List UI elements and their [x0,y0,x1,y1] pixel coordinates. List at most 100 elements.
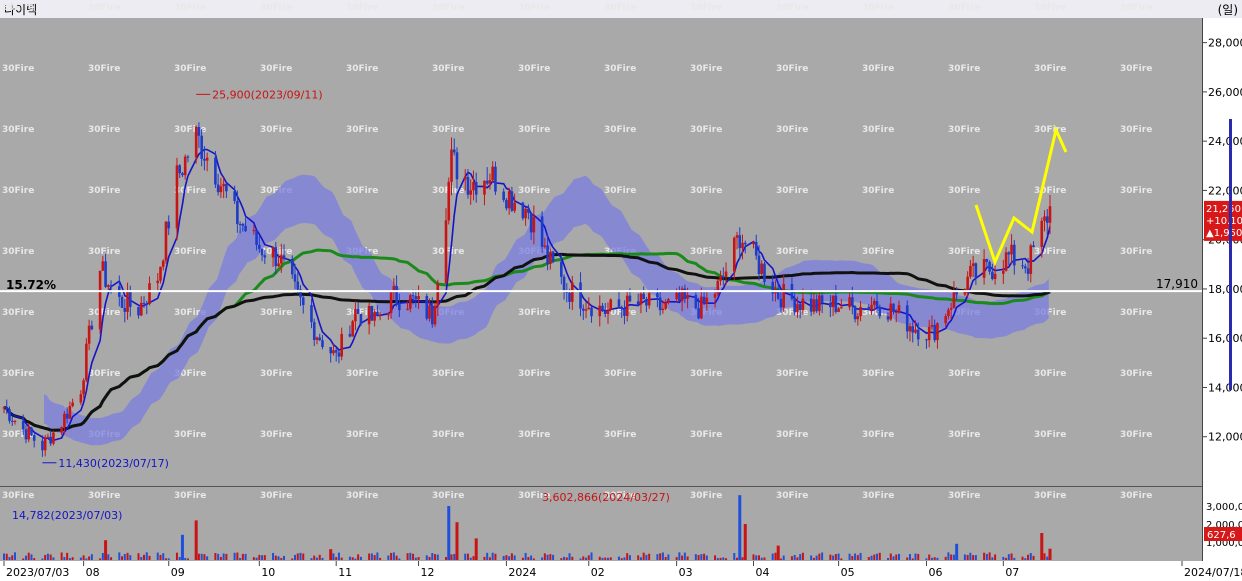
volume-bar [645,554,648,560]
candle-body [840,307,843,309]
candle-body [713,293,717,298]
candle-body [1040,220,1044,248]
watermark-label: 30Fire [88,64,120,74]
candle-body [837,308,840,312]
volume-bar [779,558,782,560]
watermark-label: 30Fire [1120,369,1152,379]
candle-body [32,435,36,441]
volume-bar [972,555,975,560]
volume-bar [678,552,681,560]
candle-body [579,282,582,309]
candle-body [543,245,547,247]
candle-body [721,276,725,278]
volume-bar [527,557,530,560]
volume-bar [741,557,744,560]
watermark-label: 30Fire [690,430,722,440]
watermark-label: 30Fire [948,64,980,74]
watermark-label: 30Fire [690,186,722,196]
volume-bar [675,557,678,560]
volume-bar [508,556,511,560]
volume-bar [829,554,832,560]
volume-bar [49,554,52,560]
candle-body [139,302,143,316]
candle-body [258,244,261,249]
candle-body [1029,245,1033,274]
volume-bar [530,555,533,560]
candle-body [417,296,420,300]
candle-body [205,157,209,161]
volume-bar [162,553,165,560]
volume-bar [291,558,294,560]
candle-body [524,208,527,219]
volume-peak-bar [474,538,478,560]
candle-body [225,183,228,192]
watermark-label: 30Fire [948,125,980,135]
watermark-label: 30Fire [948,430,980,440]
volume-peak-bar [738,495,742,560]
volume-bar [683,552,686,560]
volume-bar [52,557,55,560]
volume-bar [966,554,969,560]
candle-body [889,303,893,320]
candle-body [966,276,969,291]
volume-bar [876,553,879,560]
volume-bar [82,555,85,560]
watermark-label: 30Fire [948,3,980,13]
candle-body [529,212,533,233]
volume-bar [11,555,14,560]
volume-bar [214,553,217,560]
candle-body [991,271,994,280]
candle-body [178,165,182,174]
candle-body [238,224,242,226]
watermark-label: 30Fire [518,125,550,135]
volume-bar [801,552,804,560]
volume-bar [1043,553,1046,560]
candle-body [905,305,909,332]
watermark-label: 30Fire [432,491,464,501]
volume-bar [357,554,360,560]
volume-bar [623,557,626,560]
candle-body [812,299,816,312]
volume-bar [79,557,82,560]
volume-bar [145,552,148,560]
candle-body [315,337,319,340]
candle-body [219,186,223,193]
candle-body [452,149,456,153]
volume-bar [46,553,49,560]
watermark-label: 30Fire [776,247,808,257]
volume-bar [123,554,126,560]
watermark-label: 30Fire [776,491,808,501]
volume-bar [840,558,843,560]
candle-body [203,158,206,161]
volume-bar [348,556,351,560]
candle-body [334,350,338,353]
time-tick-label: 02 [591,566,605,579]
volume-bar [252,557,255,560]
volume-bar [878,552,881,560]
watermark-label: 30Fire [776,186,808,196]
volume-bar [200,553,203,560]
scale-bar [1229,118,1232,390]
volume-bar [642,552,645,560]
volume-bar [1046,556,1049,560]
watermark-label: 30Fire [604,369,636,379]
candle-body [1004,252,1008,271]
volume-peak-bar [776,545,780,560]
candle-body [892,303,895,313]
volume-bar [793,554,796,560]
volume-bar [417,557,420,560]
volume-bar [1029,553,1032,560]
volume-peak-bar [743,524,747,560]
candle-body [1032,245,1035,248]
candle-body [743,242,747,245]
candle-body [908,326,912,332]
volume-bar [294,554,297,560]
candle-body [719,276,722,281]
candle-body [233,191,236,201]
volume-bar [472,556,475,560]
candle-body [993,273,997,280]
volume-bar [219,556,222,560]
watermark-label: 30Fire [948,369,980,379]
volume-bar [991,557,994,560]
candle-body [562,276,566,291]
